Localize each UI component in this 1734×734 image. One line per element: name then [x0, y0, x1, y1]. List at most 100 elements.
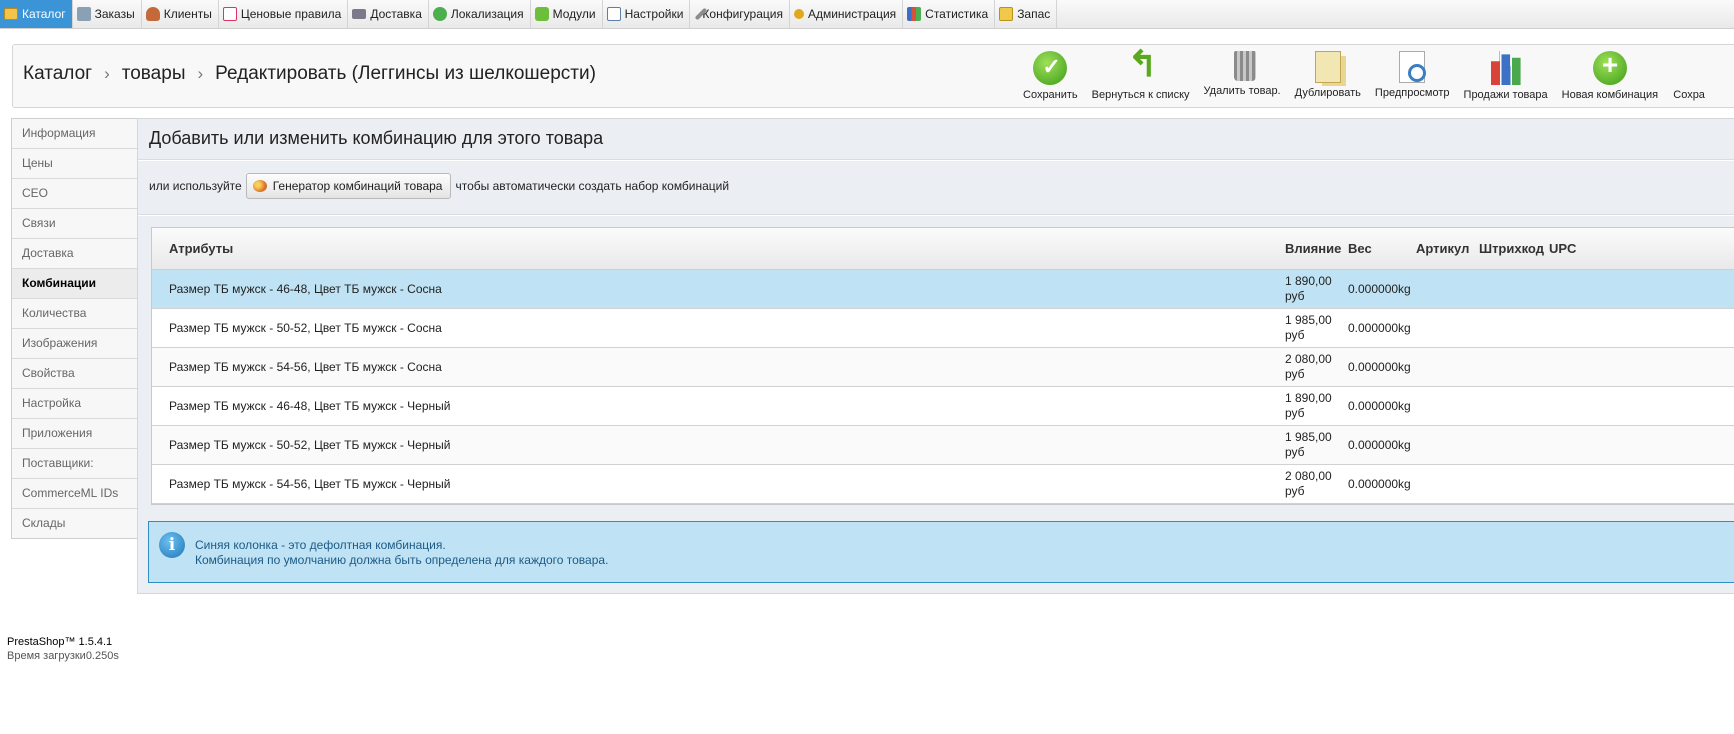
- header-attributes: Атрибуты: [169, 241, 234, 256]
- menu-catalog[interactable]: Каталог: [0, 0, 73, 28]
- tab-information[interactable]: Информация: [12, 119, 138, 149]
- tab-associations[interactable]: Связи: [12, 209, 138, 239]
- combination-generator-button[interactable]: Генератор комбинаций товара: [245, 173, 452, 199]
- menu-label: Клиенты: [163, 7, 212, 21]
- menu-statistics[interactable]: Статистика: [903, 0, 996, 28]
- menu-price-rules[interactable]: Ценовые правила: [219, 0, 349, 28]
- tab-features[interactable]: Свойства: [12, 359, 138, 389]
- impact-amount: 2 080,00: [1285, 469, 1332, 483]
- cell-impact: 1 985,00 руб: [1285, 313, 1332, 343]
- info-text: Синяя колонка - это дефолтная комбинация…: [195, 538, 608, 568]
- menu-administration[interactable]: Администрация: [790, 0, 904, 28]
- tab-customization[interactable]: Настройка: [12, 389, 138, 419]
- cell-impact: 2 080,00 руб: [1285, 469, 1332, 499]
- table-header: Атрибуты Влияние Вес Артикул Штрихкод UP…: [152, 228, 1734, 270]
- duplicate-icon: [1314, 51, 1341, 83]
- key-icon: [793, 9, 804, 19]
- tab-seo[interactable]: СЕО: [12, 179, 138, 209]
- tab-attachments[interactable]: Приложения: [12, 419, 138, 449]
- toolbar: Сохранить Вернуться к списку Удалить тов…: [1023, 43, 1720, 101]
- back-label: Вернуться к списку: [1091, 89, 1190, 101]
- impact-amount: 1 890,00: [1285, 391, 1332, 405]
- plus-icon: [1592, 49, 1627, 85]
- chevron-right-icon: ›: [104, 64, 110, 83]
- impact-currency: руб: [1285, 289, 1305, 303]
- panel-title: Добавить или изменить комбинацию для это…: [149, 128, 604, 148]
- preview-button[interactable]: Предпросмотр: [1375, 51, 1450, 101]
- impact-currency: руб: [1285, 445, 1305, 459]
- palette-icon: [252, 180, 267, 192]
- table-row[interactable]: Размер ТБ мужск - 46-48, Цвет ТБ мужск -…: [152, 387, 1734, 426]
- cell-impact: 1 890,00 руб: [1285, 391, 1332, 421]
- tab-combinations[interactable]: Комбинации: [12, 269, 138, 299]
- save-label: Сохранить: [1023, 89, 1078, 101]
- menu-settings[interactable]: Настройки: [603, 0, 691, 28]
- product-sales-button[interactable]: Продажи товара: [1464, 51, 1548, 101]
- tab-commerceml-ids[interactable]: CommerceML IDs: [12, 479, 138, 509]
- combinations-panel: Добавить или изменить комбинацию для это…: [137, 118, 1734, 594]
- menu-label: Заказы: [94, 7, 135, 21]
- customers-icon: [145, 7, 160, 21]
- menu-label: Конфигурация: [702, 7, 783, 21]
- menu-localization[interactable]: Локализация: [429, 0, 531, 28]
- breadcrumb: Каталог › товары › Редактировать (Леггинсы и…: [23, 63, 596, 85]
- menu-label: Статистика: [925, 7, 989, 21]
- menu-shipping[interactable]: Доставка: [348, 0, 429, 28]
- cell-weight: 0.000000kg: [1348, 321, 1411, 335]
- cell-attributes: Размер ТБ мужск - 46-48, Цвет ТБ мужск -…: [169, 282, 442, 296]
- generator-button-label: Генератор комбинаций товара: [272, 179, 443, 193]
- cell-impact: 1 985,00 руб: [1285, 430, 1332, 460]
- duplicate-button[interactable]: Дублировать: [1295, 51, 1361, 101]
- duplicate-label: Дублировать: [1294, 87, 1361, 99]
- magnifier-icon: [1399, 51, 1427, 83]
- back-to-list-button[interactable]: Вернуться к списку: [1091, 43, 1190, 101]
- cell-weight: 0.000000kg: [1348, 438, 1411, 452]
- tab-prices[interactable]: Цены: [12, 149, 138, 179]
- generator-prefix: или используйте: [149, 179, 242, 193]
- menu-customers[interactable]: Клиенты: [142, 0, 219, 28]
- cell-weight: 0.000000kg: [1348, 282, 1411, 296]
- cell-attributes: Размер ТБ мужск - 54-56, Цвет ТБ мужск -…: [169, 477, 451, 491]
- menu-orders[interactable]: Заказы: [73, 0, 142, 28]
- save-button[interactable]: Сохранить: [1023, 51, 1078, 101]
- tab-warehouses[interactable]: Склады: [12, 509, 138, 538]
- save-and-stay-label: Сохра: [1673, 89, 1705, 101]
- menu-configuration[interactable]: Конфигурация: [690, 0, 790, 28]
- impact-amount: 1 890,00: [1285, 274, 1332, 288]
- version-text: PrestaShop™ 1.5.4.1: [7, 636, 113, 648]
- tab-images[interactable]: Изображения: [12, 329, 138, 359]
- divider: [138, 214, 1734, 216]
- table-row[interactable]: Размер ТБ мужск - 54-56, Цвет ТБ мужск -…: [152, 348, 1734, 387]
- trash-icon: [1234, 51, 1257, 81]
- tab-shipping[interactable]: Доставка: [12, 239, 138, 269]
- header-barcode: Штрихкод: [1479, 241, 1544, 256]
- cell-attributes: Размер ТБ мужск - 54-56, Цвет ТБ мужск -…: [169, 360, 442, 374]
- table-row[interactable]: Размер ТБ мужск - 50-52, Цвет ТБ мужск -…: [152, 426, 1734, 465]
- impact-currency: руб: [1285, 406, 1305, 420]
- table-row[interactable]: Размер ТБ мужск - 50-52, Цвет ТБ мужск -…: [152, 309, 1734, 348]
- table-row[interactable]: Размер ТБ мужск - 46-48, Цвет ТБ мужск -…: [152, 270, 1734, 309]
- breadcrumb-products[interactable]: товары: [122, 63, 186, 84]
- cell-weight: 0.000000kg: [1348, 477, 1411, 491]
- table-body: Размер ТБ мужск - 46-48, Цвет ТБ мужск -…: [152, 270, 1734, 504]
- table-row[interactable]: Размер ТБ мужск - 54-56, Цвет ТБ мужск -…: [152, 465, 1734, 504]
- header-sku: Артикул: [1416, 241, 1470, 256]
- tab-quantities[interactable]: Количества: [12, 299, 138, 329]
- combinations-table: Атрибуты Влияние Вес Артикул Штрихкод UP…: [151, 227, 1734, 505]
- impact-amount: 1 985,00: [1285, 430, 1332, 444]
- impact-currency: руб: [1285, 484, 1305, 498]
- generator-suffix: чтобы автоматически создать набор комбин…: [455, 179, 730, 193]
- breadcrumb-catalog[interactable]: Каталог: [23, 63, 92, 84]
- save-and-stay-button[interactable]: Сохра: [1672, 51, 1706, 101]
- new-combination-button[interactable]: Новая комбинация: [1562, 49, 1658, 101]
- folder-icon: [4, 8, 18, 20]
- menu-stock[interactable]: Запас: [995, 0, 1058, 28]
- impact-currency: руб: [1285, 328, 1305, 342]
- delete-product-button[interactable]: Удалить товар.: [1204, 51, 1281, 101]
- menu-modules[interactable]: Модули: [531, 0, 603, 28]
- chevron-right-icon: ›: [197, 64, 204, 83]
- tab-suppliers[interactable]: Поставщики:: [12, 449, 138, 479]
- cell-attributes: Размер ТБ мужск - 46-48, Цвет ТБ мужск -…: [169, 399, 451, 413]
- bar-chart-icon: [1490, 51, 1521, 85]
- page-header: Каталог › товары › Редактировать (Леггинсы и…: [12, 43, 1734, 108]
